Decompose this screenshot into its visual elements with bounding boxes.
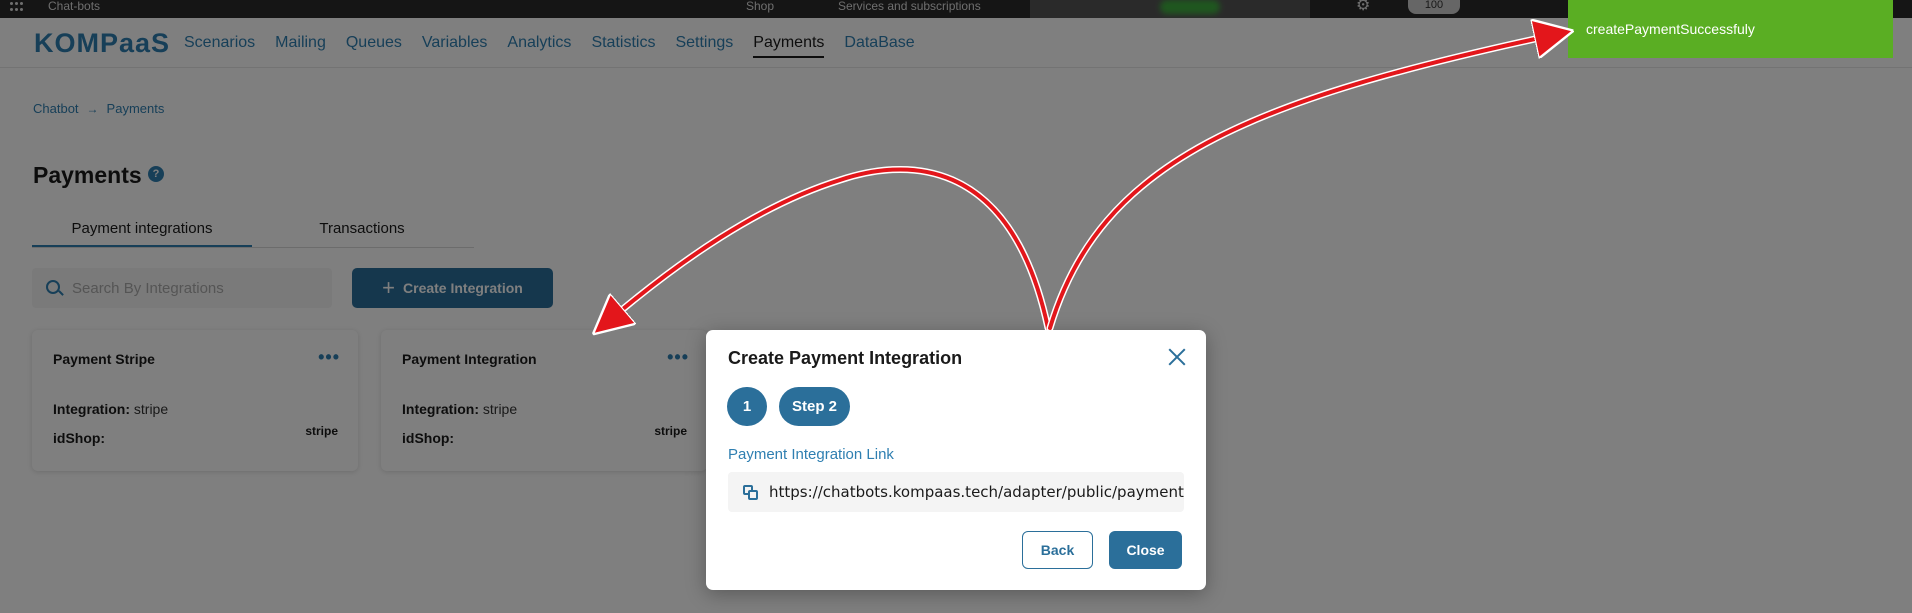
payment-link-field[interactable]: https://chatbots.kompaas.tech/adapter/pu…: [728, 472, 1184, 512]
payment-link-value[interactable]: https://chatbots.kompaas.tech/adapter/pu…: [769, 483, 1184, 501]
payment-link-label: Payment Integration Link: [728, 446, 894, 463]
dialog-title: Create Payment Integration: [728, 348, 963, 368]
step-1-indicator[interactable]: 1: [727, 387, 767, 426]
close-button[interactable]: Close: [1109, 531, 1182, 569]
create-payment-integration-dialog: Create Payment Integration 1 Step 2 Paym…: [706, 330, 1206, 590]
copy-icon[interactable]: [743, 485, 759, 501]
toast-message: createPaymentSuccessfuly: [1586, 21, 1755, 37]
step-2-indicator[interactable]: Step 2: [779, 387, 850, 426]
close-icon[interactable]: [1166, 346, 1188, 368]
back-button[interactable]: Back: [1022, 531, 1093, 569]
success-toast: createPaymentSuccessfuly: [1568, 0, 1893, 58]
